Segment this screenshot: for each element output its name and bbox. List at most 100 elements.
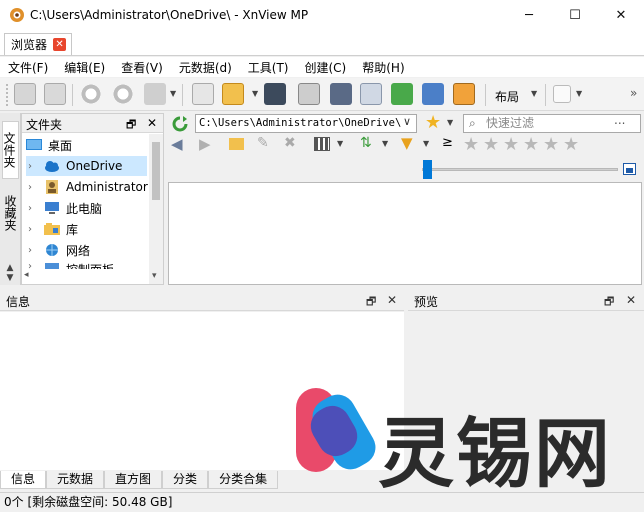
rating-star-icon[interactable]: ★ bbox=[483, 134, 499, 155]
tab-info[interactable]: 信息 bbox=[0, 471, 47, 489]
rotate-right-icon[interactable] bbox=[112, 83, 134, 105]
binoculars-icon[interactable] bbox=[264, 83, 286, 105]
close-button[interactable]: ✕ bbox=[598, 0, 644, 31]
menu-file[interactable]: 文件(F) bbox=[0, 59, 56, 76]
maximize-button[interactable]: ☐ bbox=[552, 0, 598, 31]
slideshow-icon[interactable] bbox=[453, 83, 475, 105]
expand-chevron-icon[interactable]: › bbox=[28, 245, 38, 256]
forward-arrow-icon[interactable]: ▶ bbox=[199, 135, 211, 153]
back-arrow-icon[interactable]: ◀ bbox=[171, 135, 183, 153]
menu-edit[interactable]: 编辑(E) bbox=[56, 59, 113, 76]
float-panel-icon[interactable]: 🗗 bbox=[604, 293, 614, 312]
tree-item-network[interactable]: › 网络 bbox=[26, 240, 90, 260]
rating-operator[interactable]: ≥ bbox=[442, 135, 453, 150]
open-dropdown-icon[interactable]: ▼ bbox=[252, 89, 258, 98]
tree-item-this-pc[interactable]: › 此电脑 bbox=[26, 198, 102, 218]
file-list[interactable] bbox=[168, 182, 642, 285]
tree-item-onedrive[interactable]: › OneDrive bbox=[26, 156, 147, 176]
refresh-icon[interactable] bbox=[171, 115, 189, 133]
transform-icon[interactable] bbox=[144, 83, 166, 105]
expand-chevron-icon[interactable]: › bbox=[28, 161, 38, 172]
scroll-down-icon[interactable]: ▾ bbox=[152, 271, 157, 281]
filter-options-icon[interactable]: ... bbox=[614, 112, 625, 129]
batch-convert-icon[interactable] bbox=[360, 83, 382, 105]
thumbnail-size-slider[interactable] bbox=[422, 168, 618, 171]
view-size-icon[interactable] bbox=[623, 163, 636, 175]
rating-star-icon[interactable]: ★ bbox=[543, 134, 559, 155]
view-mode-icon[interactable] bbox=[314, 137, 330, 151]
menu-metadata[interactable]: 元数据(d) bbox=[171, 59, 240, 76]
filter-funnel-icon[interactable]: ▼ bbox=[401, 134, 413, 152]
minimize-button[interactable]: ─ bbox=[506, 0, 552, 31]
tree-item-libraries[interactable]: › 库 bbox=[26, 219, 78, 239]
new-folder-icon[interactable] bbox=[229, 138, 244, 150]
rating-star-icon[interactable]: ★ bbox=[463, 134, 479, 155]
view-mode-dropdown-icon[interactable]: ▼ bbox=[337, 139, 343, 148]
filter-dropdown-icon[interactable]: ▼ bbox=[423, 139, 429, 148]
delete-icon[interactable]: ✖ bbox=[284, 135, 296, 151]
sort-dropdown-icon[interactable]: ▼ bbox=[382, 139, 388, 148]
tab-categories[interactable]: 分类 bbox=[162, 471, 209, 489]
properties-icon[interactable] bbox=[192, 83, 214, 105]
expand-chevron-icon[interactable]: › bbox=[28, 224, 38, 235]
scroll-left-icon[interactable]: ◂ bbox=[24, 270, 29, 280]
print-icon[interactable] bbox=[298, 83, 320, 105]
xnview-logo-icon bbox=[10, 8, 24, 22]
side-tab-favorites[interactable]: 收藏夹 bbox=[2, 183, 19, 243]
search-icon: ⌕ bbox=[469, 116, 476, 130]
side-tab-folders[interactable]: 文件夹 bbox=[2, 121, 19, 179]
export-icon[interactable] bbox=[391, 83, 413, 105]
favorites-dropdown-icon[interactable]: ▼ bbox=[447, 118, 453, 127]
tab-label: 浏览器 bbox=[11, 38, 48, 52]
menu-help[interactable]: 帮助(H) bbox=[354, 59, 412, 76]
favorites-star-icon[interactable]: ★ bbox=[425, 112, 441, 133]
fullscreen-icon[interactable] bbox=[14, 83, 36, 105]
address-dropdown-icon[interactable]: ∨ bbox=[403, 115, 411, 128]
side-tab-scroll-icon[interactable]: ▲ ▼ bbox=[3, 263, 17, 283]
tab-category-sets[interactable]: 分类合集 bbox=[208, 471, 279, 489]
pages-dropdown-icon[interactable]: ▼ bbox=[576, 89, 582, 98]
close-panel-icon[interactable]: ✕ bbox=[626, 293, 636, 307]
float-panel-icon[interactable]: 🗗 bbox=[366, 293, 376, 312]
menu-create[interactable]: 创建(C) bbox=[297, 59, 355, 76]
close-panel-icon[interactable]: ✕ bbox=[147, 116, 157, 130]
toolbar-overflow-icon[interactable]: » bbox=[630, 86, 637, 100]
menu-tools[interactable]: 工具(T) bbox=[240, 59, 297, 76]
tree-item-administrator[interactable]: › Administrator bbox=[26, 177, 148, 197]
side-tab-strip: 文件夹 收藏夹 ▲ ▼ bbox=[0, 113, 21, 285]
expand-chevron-icon[interactable]: › bbox=[28, 203, 38, 214]
quick-filter-input[interactable]: ⌕ 快速过滤 ... bbox=[463, 112, 641, 133]
tab-close-icon[interactable]: ✕ bbox=[53, 38, 67, 51]
info-pane-header: 信息 🗗 ✕ bbox=[0, 291, 404, 311]
slider-thumb[interactable] bbox=[423, 160, 432, 179]
tree-item-desktop[interactable]: 桌面 bbox=[26, 135, 72, 155]
folder-panel-header: 文件夹 🗗 ✕ bbox=[22, 114, 163, 133]
fit-window-icon[interactable] bbox=[44, 83, 66, 105]
expand-chevron-icon[interactable]: › bbox=[28, 182, 38, 193]
sort-icon[interactable]: ⇅ bbox=[360, 135, 372, 151]
layout-button[interactable]: 布局 bbox=[495, 88, 519, 105]
library-icon bbox=[44, 223, 60, 235]
menu-view[interactable]: 查看(V) bbox=[113, 59, 171, 76]
folder-scrollbar[interactable] bbox=[149, 134, 163, 284]
folder-panel: 文件夹 🗗 ✕ 桌面 › OneDrive › Administrator › … bbox=[21, 113, 164, 285]
rating-star-icon[interactable]: ★ bbox=[523, 134, 539, 155]
scrollbar-thumb[interactable] bbox=[152, 142, 160, 200]
rename-icon[interactable]: ✎ bbox=[257, 135, 269, 151]
tab-histogram[interactable]: 直方图 bbox=[104, 471, 163, 489]
rating-star-icon[interactable]: ★ bbox=[563, 134, 579, 155]
float-panel-icon[interactable]: 🗗 bbox=[126, 116, 136, 135]
transform-dropdown-icon[interactable]: ▼ bbox=[170, 89, 176, 98]
close-panel-icon[interactable]: ✕ bbox=[387, 293, 397, 307]
layout-dropdown-icon[interactable]: ▼ bbox=[531, 89, 537, 98]
scanner-icon[interactable] bbox=[330, 83, 352, 105]
open-folder-icon[interactable] bbox=[222, 83, 244, 105]
rotate-left-icon[interactable] bbox=[80, 83, 102, 105]
tab-metadata[interactable]: 元数据 bbox=[46, 471, 105, 489]
rating-star-icon[interactable]: ★ bbox=[503, 134, 519, 155]
capture-icon[interactable] bbox=[422, 83, 444, 105]
tab-browser[interactable]: 浏览器 ✕ bbox=[4, 33, 72, 55]
address-input[interactable]: C:\Users\Administrator\OneDrive\ bbox=[195, 114, 417, 133]
tree-horizontal-scrollbar[interactable]: ◂ bbox=[22, 269, 149, 284]
pages-icon[interactable] bbox=[553, 85, 571, 103]
